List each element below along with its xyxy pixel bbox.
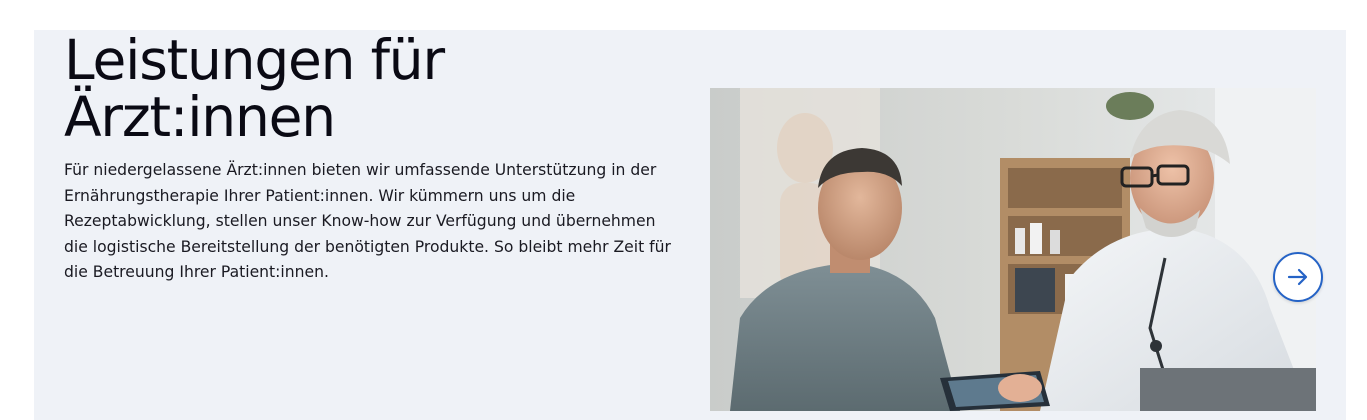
carousel-next-button[interactable]	[1273, 252, 1323, 302]
heading-line-1: Leistungen für	[64, 30, 445, 92]
section-heading: Leistungen für Ärzt:innen	[64, 32, 664, 146]
heading-line-2: Ärzt:innen	[64, 85, 336, 149]
section-intro-text: Für niedergelassene Ärzt:innen bieten wi…	[64, 161, 671, 281]
arrow-right-icon	[1287, 268, 1308, 286]
doctor-patient-photo	[710, 88, 1316, 411]
services-section: Leistungen für Ärzt:innen Für niedergela…	[34, 30, 1346, 420]
